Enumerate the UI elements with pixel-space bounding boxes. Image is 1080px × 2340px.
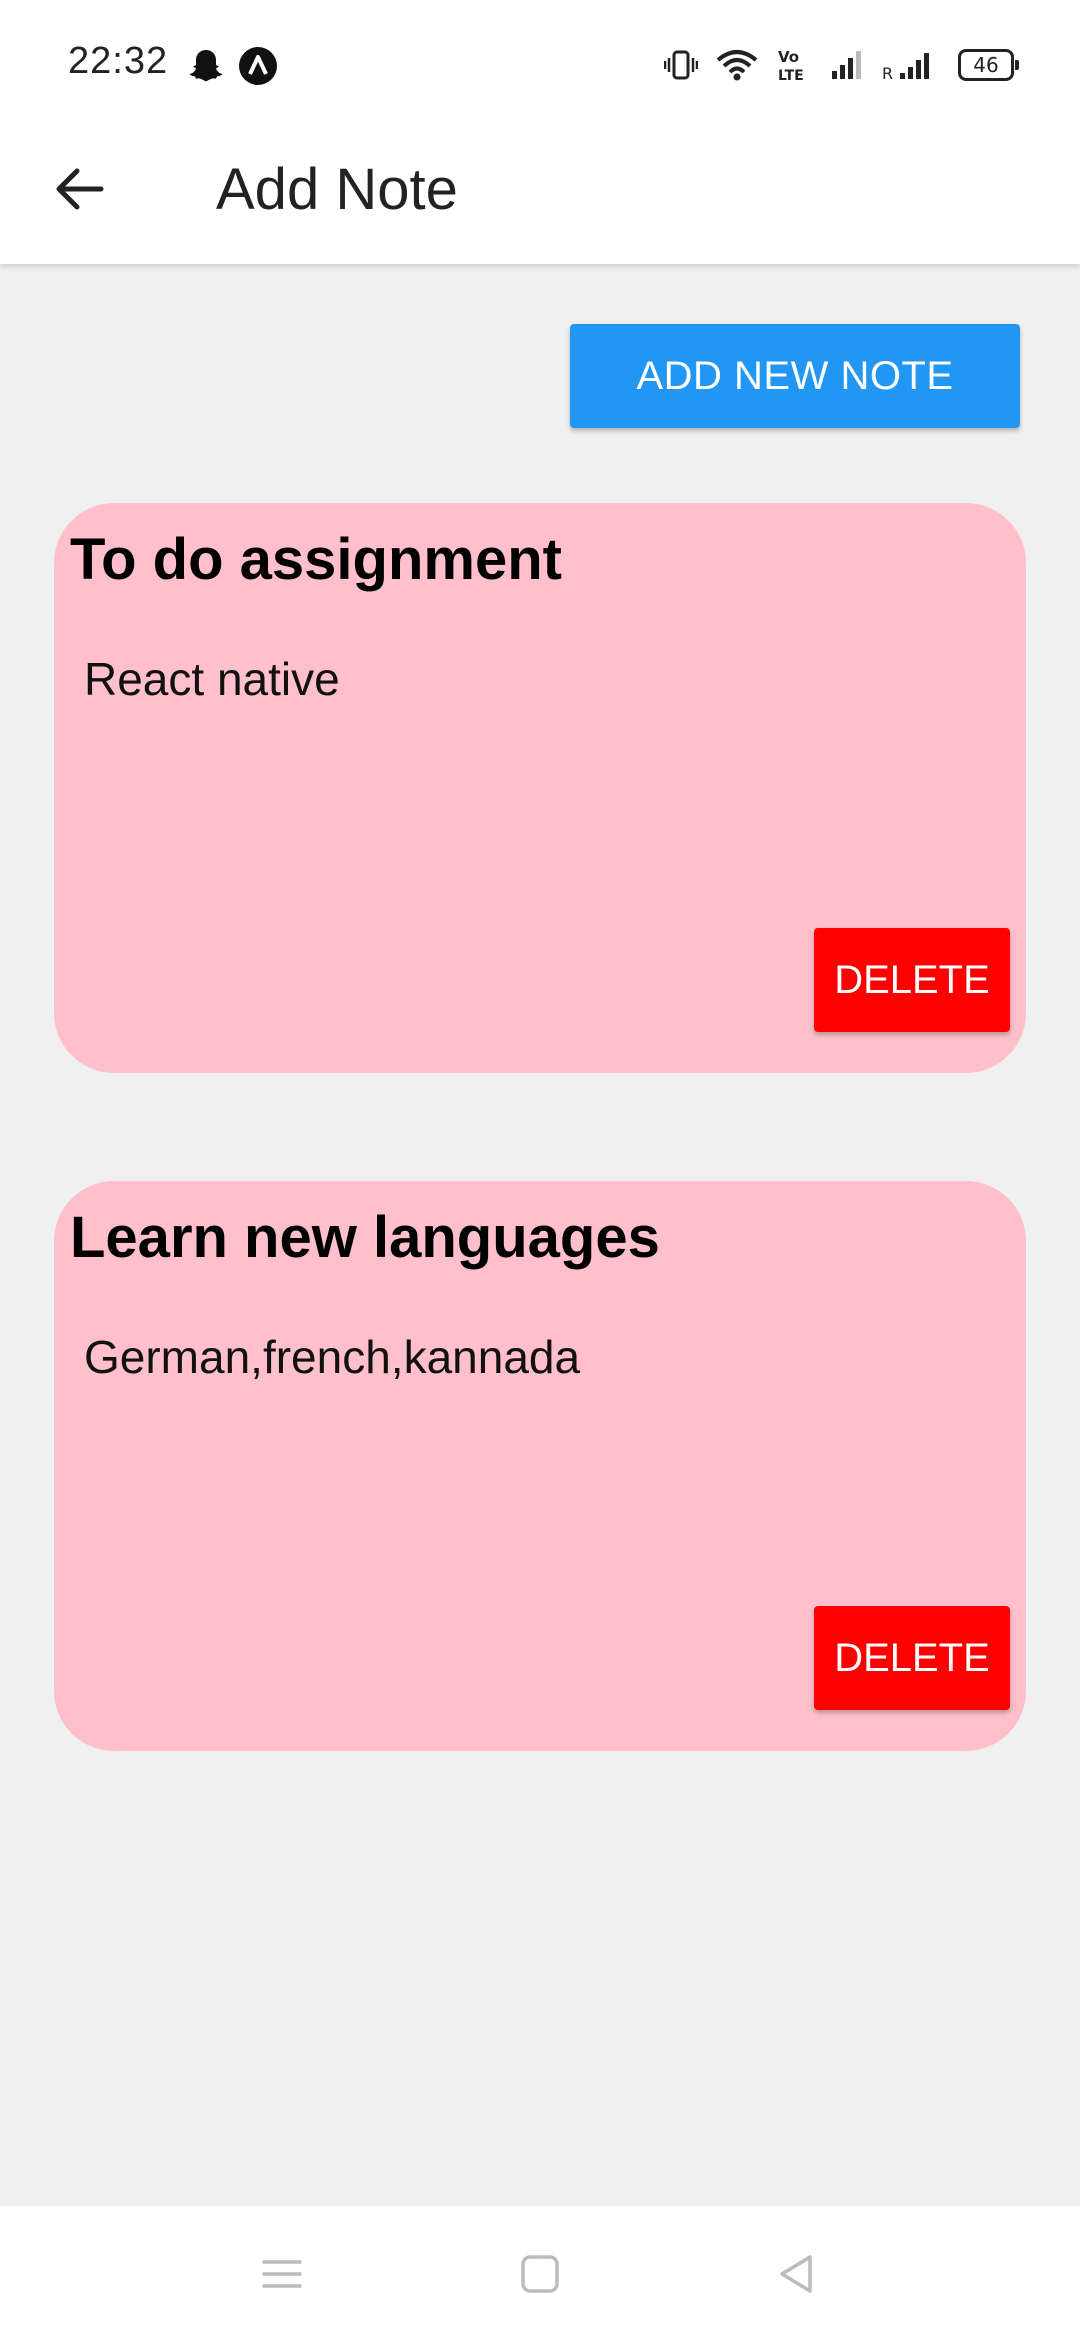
arrow-left-icon[interactable] <box>46 156 112 222</box>
note-body: German,french,kannada <box>84 1331 581 1383</box>
wifi-icon <box>716 48 758 82</box>
vibrate-icon <box>664 48 698 82</box>
back-icon[interactable] <box>766 2244 826 2304</box>
menu-icon[interactable] <box>252 2244 312 2304</box>
svg-text:R: R <box>882 64 893 81</box>
note-card: Learn new languages German,french,kannad… <box>54 1181 1026 1751</box>
note-card: To do assignment React native DELETE <box>54 503 1026 1073</box>
status-bar: 22:32 Vo LTE R 46 <box>0 0 1080 130</box>
roaming-signal-icon: R <box>882 49 940 81</box>
add-new-note-button[interactable]: ADD NEW NOTE <box>570 324 1020 428</box>
note-title: Learn new languages <box>70 1205 660 1270</box>
delete-button[interactable]: DELETE <box>814 1606 1010 1710</box>
status-time: 22:32 <box>68 40 169 82</box>
home-icon[interactable] <box>510 2244 570 2304</box>
system-nav-bar <box>0 2206 1080 2340</box>
snapchat-icon <box>186 46 226 86</box>
note-body: React native <box>84 653 340 705</box>
signal-icon <box>830 49 864 81</box>
delete-button[interactable]: DELETE <box>814 928 1010 1032</box>
note-title: To do assignment <box>70 527 562 592</box>
app-notification-icon <box>238 46 278 86</box>
status-icons: Vo LTE R 46 <box>664 44 1019 86</box>
battery-icon: 46 <box>958 49 1019 81</box>
app-bar: Add Note <box>0 130 1080 264</box>
page-title: Add Note <box>216 157 458 222</box>
svg-text:LTE: LTE <box>778 68 804 83</box>
svg-text:Vo: Vo <box>778 48 799 66</box>
volte-icon: Vo LTE <box>776 47 812 83</box>
